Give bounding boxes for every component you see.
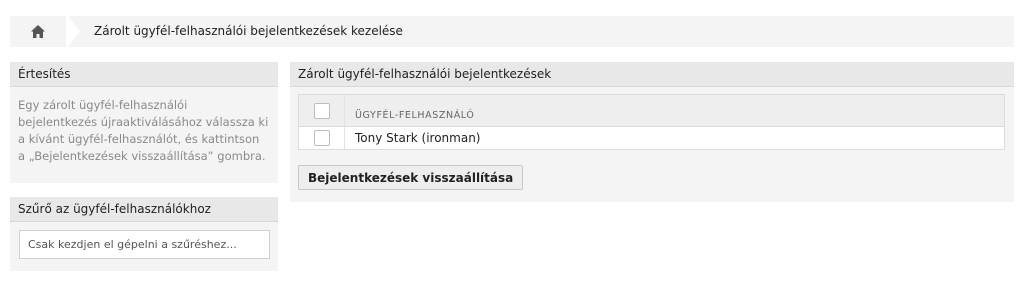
filter-title: Szűrő az ügyfél-felhasználókhoz [10,197,278,222]
table-row[interactable]: Tony Stark (ironman) [299,127,1004,149]
select-all-checkbox[interactable] [313,102,330,119]
select-all-cell [299,95,345,126]
breadcrumb: Zárolt ügyfél-felhasználói bejelentkezés… [10,16,1014,47]
notice-title: Értesítés [10,62,278,87]
filter-panel: Szűrő az ügyfél-felhasználókhoz [10,197,278,271]
notice-panel: Értesítés Egy zárolt ügyfél-felhasználói… [10,62,278,183]
customer-user-name: Tony Stark (ironman) [355,131,481,145]
breadcrumb-current: Zárolt ügyfél-felhasználói bejelentkezés… [94,24,403,38]
row-checkbox[interactable] [313,130,330,146]
breadcrumb-home[interactable] [10,16,66,47]
reset-logins-button[interactable]: Bejelentkezések visszaállítása [298,165,524,190]
column-header-customer-user[interactable]: ÜGYFÉL-FELHASZNÁLÓ [345,100,474,121]
filter-input[interactable] [19,230,270,259]
breadcrumb-separator [66,16,80,47]
customer-user-table: ÜGYFÉL-FELHASZNÁLÓ Tony Stark (ironman) [298,94,1005,150]
panel-title: Zárolt ügyfél-felhasználói bejelentkezés… [290,62,1014,87]
row-select-cell [299,127,345,149]
notice-text: Egy zárolt ügyfél-felhasználói bejelentk… [18,98,269,163]
home-icon [31,25,45,38]
table-header-row: ÜGYFÉL-FELHASZNÁLÓ [299,95,1004,127]
locked-logins-panel: Zárolt ügyfél-felhasználói bejelentkezés… [290,62,1014,202]
